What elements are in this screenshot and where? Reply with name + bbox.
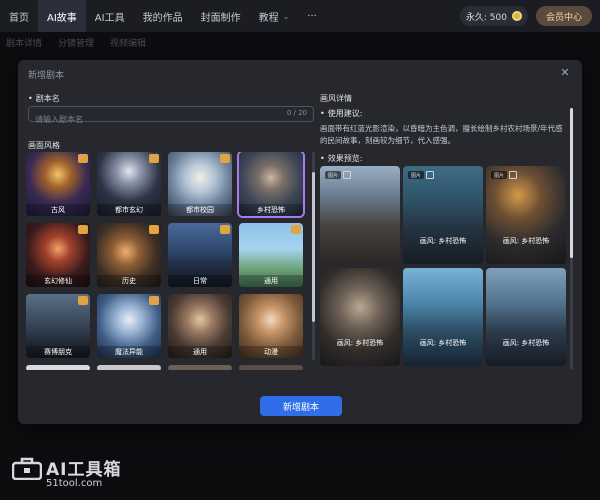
style-tile-anime[interactable]: 动漫 <box>239 294 303 358</box>
preview-image[interactable]: 图片 画风: 乡村恐怖 <box>403 166 483 264</box>
style-tile-urban-fantasy[interactable]: 都市玄幻 <box>97 152 161 216</box>
detail-scrollbar[interactable] <box>570 108 573 370</box>
suggestion-label: • 使用建议: <box>320 109 363 118</box>
preview-caption: 画风: 乡村恐怖 <box>502 237 550 245</box>
image-tag: 图片 <box>491 171 507 179</box>
style-tile-partial[interactable] <box>239 365 303 370</box>
style-tile-daily[interactable]: 日常 <box>168 223 232 287</box>
style-tile-partial[interactable] <box>97 365 161 370</box>
premium-badge <box>220 154 230 163</box>
coin-icon <box>511 11 522 21</box>
member-center-button[interactable]: 会员中心 <box>535 6 592 26</box>
points-label: 永久: 500 <box>465 12 507 23</box>
style-grid: 古风 都市玄幻 都市校园 乡村恐怖 玄幻修仙 历史 日常 通用 赛博朋克 魔法异… <box>26 152 306 370</box>
premium-badge <box>149 296 159 305</box>
premium-badge <box>291 225 301 234</box>
premium-badge <box>149 154 159 163</box>
modal-title: 新增剧本 <box>28 71 65 81</box>
style-detail-label: 画风详情 <box>320 94 352 103</box>
image-tag: 图片 <box>325 171 341 179</box>
style-tile-label: 动漫 <box>239 346 303 358</box>
preview-caption: 画风: 乡村恐怖 <box>502 339 550 347</box>
preview-image[interactable]: 图片 <box>320 166 400 264</box>
nav-ai-tools[interactable]: AI工具 <box>86 0 134 32</box>
close-icon[interactable]: ✕ <box>558 65 572 79</box>
preview-grid: 图片 图片 画风: 乡村恐怖 图片 画风: 乡村恐怖 画风: 乡村恐怖 画风: … <box>320 166 566 366</box>
style-tile-label: 通用 <box>239 275 303 287</box>
image-icon <box>509 171 517 179</box>
style-tile-label: 都市玄幻 <box>97 204 161 216</box>
more-icon[interactable]: ··· <box>298 0 326 32</box>
nav-tutorials-label: 教程 <box>258 12 279 24</box>
char-counter: 0 / 20 <box>286 109 307 117</box>
style-tile-label: 赛博朋克 <box>26 346 90 358</box>
image-tag: 图片 <box>408 171 424 179</box>
style-tile-magic[interactable]: 魔法异能 <box>97 294 161 358</box>
style-tile-rural-horror[interactable]: 乡村恐怖 <box>239 152 303 216</box>
style-tile-ancient[interactable]: 古风 <box>26 152 90 216</box>
style-tile-label: 历史 <box>97 275 161 287</box>
premium-badge <box>78 296 88 305</box>
style-tile-label: 乡村恐怖 <box>239 204 303 216</box>
preview-caption: 画风: 乡村恐怖 <box>419 237 467 245</box>
premium-badge <box>149 225 159 234</box>
points-badge[interactable]: 永久: 500 <box>459 6 528 26</box>
style-tile-general-2[interactable]: 通用 <box>168 294 232 358</box>
add-script-button[interactable]: 新增剧本 <box>260 396 342 416</box>
nav-my-works[interactable]: 我的作品 <box>134 0 192 32</box>
nav-home[interactable]: 首页 <box>0 0 38 32</box>
style-tile-cyberpunk[interactable]: 赛博朋克 <box>26 294 90 358</box>
style-tile-label: 古风 <box>26 204 90 216</box>
watermark-title: AI工具箱 <box>46 460 122 480</box>
new-script-modal: 新增剧本 ✕ •剧本名 0 / 20 画面风格 古风 都市玄幻 都市校园 乡村恐… <box>18 60 582 424</box>
nav-ai-story[interactable]: AI故事 <box>38 0 86 32</box>
style-tile-label: 通用 <box>168 346 232 358</box>
script-name-field[interactable]: 0 / 20 <box>28 106 314 127</box>
preview-caption: 画风: 乡村恐怖 <box>336 339 384 347</box>
scrollbar-thumb[interactable] <box>312 172 315 322</box>
preview-image[interactable]: 画风: 乡村恐怖 <box>320 268 400 366</box>
preview-image[interactable]: 画风: 乡村恐怖 <box>403 268 483 366</box>
preview-image[interactable]: 画风: 乡村恐怖 <box>486 268 566 366</box>
nav-tutorials[interactable]: 教程 ⌄ <box>250 0 299 32</box>
top-nav: 首页 AI故事 AI工具 我的作品 封面制作 教程 ⌄ ··· 永久: 500 … <box>0 0 600 32</box>
style-tile-label: 魔法异能 <box>97 346 161 358</box>
premium-badge <box>78 225 88 234</box>
image-icon <box>343 171 351 179</box>
style-tile-history[interactable]: 历史 <box>97 223 161 287</box>
preview-caption: 画风: 乡村恐怖 <box>419 339 467 347</box>
style-tile-partial[interactable] <box>26 365 90 370</box>
preview-image[interactable]: 图片 画风: 乡村恐怖 <box>486 166 566 264</box>
premium-badge <box>78 154 88 163</box>
watermark-url: 51tool.com <box>46 478 103 489</box>
style-tile-campus[interactable]: 都市校园 <box>168 152 232 216</box>
script-name-input[interactable] <box>29 112 269 127</box>
toolbox-logo-icon <box>12 457 42 480</box>
scrollbar-thumb[interactable] <box>570 108 573 258</box>
style-scrollbar[interactable] <box>312 152 315 360</box>
style-tile-partial[interactable] <box>168 365 232 370</box>
script-name-label: • 剧本名 <box>28 94 60 103</box>
style-tile-label: 日常 <box>168 275 232 287</box>
style-tile-label: 玄幻修仙 <box>26 275 90 287</box>
style-tile-xianxia[interactable]: 玄幻修仙 <box>26 223 90 287</box>
preview-label: • 效果预览: <box>320 154 363 163</box>
nav-cover[interactable]: 封面制作 <box>192 0 250 32</box>
chevron-down-icon: ⌄ <box>282 11 290 21</box>
image-icon <box>426 171 434 179</box>
premium-badge <box>220 225 230 234</box>
style-tile-general[interactable]: 通用 <box>239 223 303 287</box>
style-tile-label: 都市校园 <box>168 204 232 216</box>
suggestion-text: 画面带有红蓝光影渲染，以昏暗为主色调，擅长绘制乡村农村场景/年代感的民间故事，刻… <box>320 124 563 145</box>
style-label: 画面风格 <box>28 141 60 150</box>
